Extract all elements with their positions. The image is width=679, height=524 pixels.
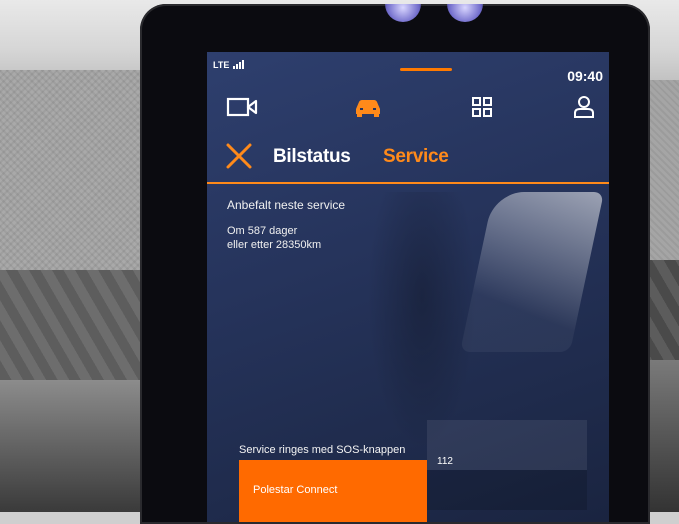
apps-grid-icon[interactable] (465, 92, 499, 122)
car-icon[interactable] (351, 92, 385, 122)
header-divider (207, 182, 609, 184)
clock: 09:40 (567, 68, 603, 84)
infotainment-screen: LTE 09:40 Bilstatus Service Anbefalt nes… (207, 52, 609, 522)
polestar-connect-button[interactable]: Polestar Connect (239, 460, 427, 522)
screen-reflection (459, 192, 605, 352)
tab-service[interactable]: Service (383, 146, 449, 168)
camera-icon[interactable] (225, 92, 259, 122)
ambient-light (447, 4, 483, 22)
profile-icon[interactable] (567, 92, 601, 122)
status-bar: LTE 09:40 (207, 52, 609, 84)
ambient-light (385, 4, 421, 22)
close-icon (226, 143, 252, 169)
network-type: LTE (213, 60, 230, 70)
service-km: eller etter 28350km (227, 239, 322, 251)
ambient-lights (385, 4, 505, 24)
drag-handle[interactable] (400, 68, 452, 71)
polestar-connect-label: Polestar Connect (253, 484, 338, 496)
sos-lower-panel (427, 470, 587, 510)
service-heading: Anbefalt neste service (227, 198, 346, 212)
sos-number-panel[interactable]: 112 (427, 420, 587, 470)
tab-bilstatus[interactable]: Bilstatus (273, 146, 351, 168)
page-header: Bilstatus Service (207, 134, 609, 182)
sos-label: Service ringes med SOS-knappen (239, 444, 406, 456)
service-info: Anbefalt neste service Om 587 dager elle… (227, 198, 345, 253)
service-days: Om 587 dager (227, 225, 298, 237)
screen-reflection-shadow (367, 192, 477, 452)
sos-number: 112 (437, 456, 453, 467)
top-nav (207, 86, 609, 126)
signal-strength-icon (233, 59, 247, 69)
close-button[interactable] (225, 142, 253, 170)
